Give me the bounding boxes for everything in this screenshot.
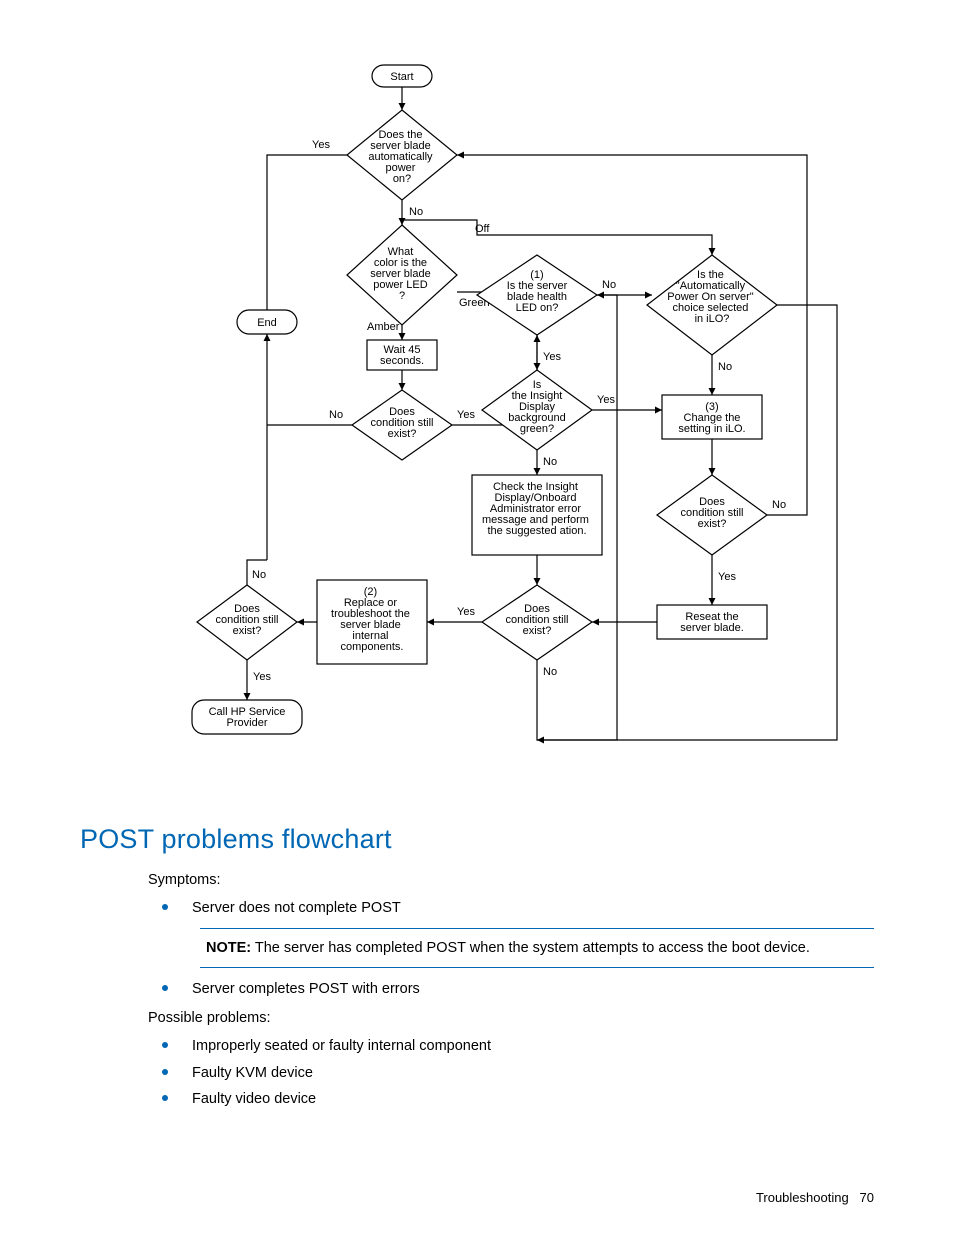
svg-text:Yes: Yes	[457, 409, 475, 421]
possible-label: Possible problems:	[148, 1007, 874, 1029]
possible-item: Faulty video device	[148, 1088, 874, 1110]
svg-text:Yes: Yes	[253, 671, 271, 683]
possible-item: Improperly seated or faulty internal com…	[148, 1035, 874, 1057]
svg-text:No: No	[252, 569, 266, 581]
svg-text:Yes: Yes	[312, 139, 330, 151]
svg-text:No: No	[409, 206, 423, 218]
svg-text:Yes: Yes	[597, 394, 615, 406]
svg-text:No: No	[602, 279, 616, 291]
node-wait45: Wait 45seconds.	[380, 344, 424, 367]
flowchart: .box{fill:#fff;stroke:#000;stroke-width:…	[97, 60, 857, 800]
document-page: .box{fill:#fff;stroke:#000;stroke-width:…	[0, 0, 954, 1235]
body-text: Symptoms: Server does not complete POST …	[148, 869, 874, 1111]
svg-text:Yes: Yes	[718, 571, 736, 583]
possible-item: Faulty KVM device	[148, 1062, 874, 1084]
svg-text:Amber: Amber	[367, 321, 400, 333]
svg-text:No: No	[718, 361, 732, 373]
note-label: NOTE:	[206, 940, 251, 956]
footer-section: Troubleshooting	[756, 1190, 849, 1205]
svg-text:No: No	[329, 409, 343, 421]
section-heading: POST problems flowchart	[80, 824, 874, 855]
svg-text:Off: Off	[475, 223, 490, 235]
footer-page: 70	[860, 1190, 874, 1205]
svg-text:No: No	[543, 666, 557, 678]
symptoms-label: Symptoms:	[148, 869, 874, 891]
node-reseat: Reseat theserver blade.	[680, 611, 744, 634]
node-check-insight: Check the Insight Display/Onboard Admini…	[482, 481, 592, 537]
svg-text:No: No	[543, 456, 557, 468]
symptom-item: Server completes POST with errors	[148, 978, 874, 1000]
symptom-item: Server does not complete POST	[148, 897, 874, 919]
svg-text:Yes: Yes	[457, 606, 475, 618]
node-end: End	[257, 317, 277, 329]
svg-text:Yes: Yes	[543, 351, 561, 363]
svg-text:No: No	[772, 499, 786, 511]
note-text: The server has completed POST when the s…	[251, 940, 810, 956]
node-start: Start	[390, 71, 413, 83]
note-box: NOTE: The server has completed POST when…	[200, 928, 874, 968]
page-footer: Troubleshooting 70	[756, 1190, 874, 1205]
